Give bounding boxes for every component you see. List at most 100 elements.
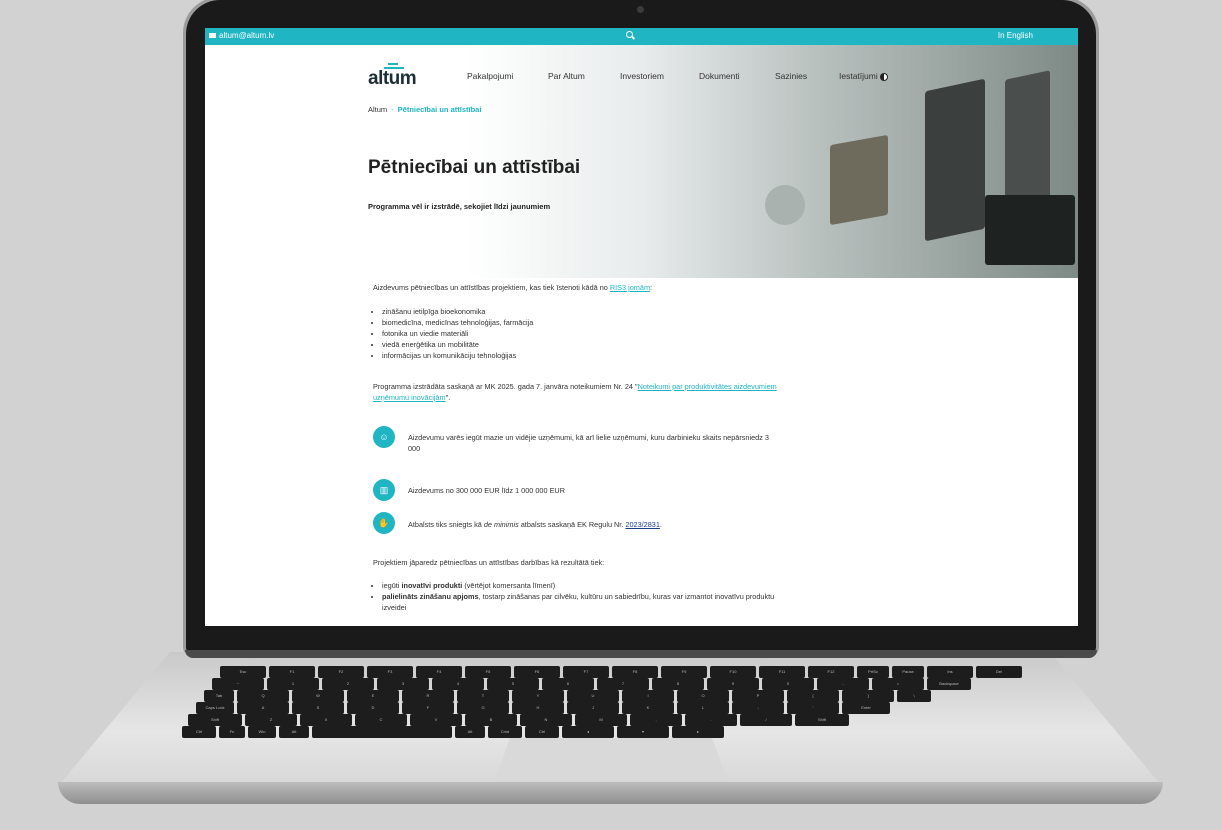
keyboard-key: F12 [808,666,854,678]
list-item: biomedicīna, medicīnas tehnoloģijas, far… [382,317,533,328]
keyboard-row-function: Esc F1 F2 F3 F4 F5 F6 F7 F8 F9 F10 F11 F12 PrtSc Pause… [220,666,1022,678]
keyboard-key: 8 [652,678,704,690]
nav-item-iestatijumi[interactable]: Iestatījumi [839,71,888,81]
keyboard-key: J [567,702,619,714]
nav-item-dokumenti[interactable]: Dokumenti [699,71,740,81]
keyboard-key: 3 [377,678,429,690]
keyboard-key: Alt [279,726,309,738]
breadcrumb: Altum - Pētniecībai un attīstībai [368,105,481,114]
list-item: informācijas un komunikāciju tehnoloģija… [382,350,533,361]
feature-support-italic: de minimis [483,520,519,529]
feature-eligibility: Aizdevumu varēs iegūt mazie un vidējie u… [408,432,898,454]
email-text: altum@altum.lv [219,31,275,40]
chart-growth-icon: ▥ [373,479,395,501]
keyboard-key: R [402,690,454,702]
keyboard-key: 2 [322,678,374,690]
nav-item-par-altum[interactable]: Par Altum [548,71,585,81]
keyboard-key: Q [237,690,289,702]
keyboard-key: Shift [188,714,242,726]
keyboard-key: 7 [597,678,649,690]
keyboard-key: Y [512,690,564,702]
language-switch-link[interactable]: In English [998,31,1033,40]
keyboard-key: B [465,714,517,726]
keyboard-key: [ [787,690,839,702]
envelope-icon [209,33,216,39]
keyboard-key [312,726,452,738]
keyboard-key: Cmd [488,726,522,738]
hero-bg-shape [830,134,888,226]
keyboard-key: F2 [318,666,364,678]
ris3-list: zināšanu ietilpīga bioekonomika biomedic… [373,306,533,361]
list-item: palielināts zināšanu apjoms, tostarp zin… [382,591,774,613]
feature-support: Atbalsts tiks sniegts kā de minimis atba… [408,519,898,530]
keyboard-row-numbers: ~1 2 3 4 5 6 7 8 9 0- = Backspace [212,678,971,690]
keyboard-key: I [622,690,674,702]
contrast-icon [879,72,888,81]
keyboard-key: N [520,714,572,726]
keyboard-key: Ctrl [525,726,559,738]
altum-logo[interactable]: altum [368,59,420,89]
top-bar: altum@altum.lv In English [205,28,1078,45]
keyboard-key: ~ [212,678,264,690]
keyboard-key: M [575,714,627,726]
hero-banner: altum Pakalpojumi Par Altum Investoriem … [205,45,1078,278]
regulation-link-cont[interactable]: uzņēmumu inovācijām [373,393,446,402]
regulation-paragraph-line2: uzņēmumu inovācijām". [373,392,450,403]
keyboard-key: F11 [759,666,805,678]
nav-item-pakalpojumi[interactable]: Pakalpojumi [467,71,513,81]
keyboard-key: F4 [416,666,462,678]
list-item: iegūti inovatīvi produkti (vērtējot kome… [382,580,774,591]
keyboard-key: Shift [795,714,849,726]
ek-regulation-link[interactable]: 2023/2831 [625,520,660,529]
intro-text: Aizdevums pētniecības un attīstības proj… [373,283,610,292]
list-item: zināšanu ietilpīga bioekonomika [382,306,533,317]
hero-bg-shape [985,195,1075,265]
browser-viewport: altum@altum.lv In English altum Pakalpoj… [205,28,1078,626]
trackpad [496,738,726,778]
keyboard-key: F10 [710,666,756,678]
keyboard-key: 4 [432,678,484,690]
keyboard-key: 5 [487,678,539,690]
keyboard-key: ; [732,702,784,714]
keyboard-key: , [630,714,682,726]
hero-bg-shape [765,185,805,225]
keyboard-key: K [622,702,674,714]
keyboard-key: F6 [514,666,560,678]
page-title: Pētniecībai un attīstībai [368,157,581,178]
regulation-link[interactable]: Noteikumi par produktivitātes aizdevumie… [638,382,777,391]
feature-text-line: Aizdevumu varēs iegūt mazie un vidējie u… [408,433,769,442]
result-post: , tostarp zināšanas par cilvēku, kultūru… [478,592,775,601]
keyboard-key: F [402,702,454,714]
results-intro: Projektiem jāparedz pētniecības un attīs… [373,558,605,567]
regulation-text: Programma izstrādāta saskaņā ar MK 2025.… [373,382,636,391]
feature-support-middle: atbalsts saskaņā EK Regulu Nr. [518,520,626,529]
search-icon[interactable] [626,31,633,38]
breadcrumb-home[interactable]: Altum [368,105,387,114]
keyboard-key: - [817,678,869,690]
ris3-link[interactable]: RIS3 jomām [610,283,650,292]
keyboard-row-home: Caps Lock A S D F G H J K L; ' Enter [196,702,890,714]
webcam [637,6,644,13]
keyboard-key: = [872,678,924,690]
handshake-icon: ✋ [373,512,395,534]
keyboard-key: F3 [367,666,413,678]
keyboard-key: 9 [707,678,759,690]
keyboard-key: G [457,702,509,714]
result-post: (vērtējot komersanta līmenī) [462,581,556,590]
keyboard: Esc F1 F2 F3 F4 F5 F6 F7 F8 F9 F10 F11 F12 PrtSc Pause… [182,666,1090,738]
regulation-paragraph: Programma izstrādāta saskaņā ar MK 2025.… [373,381,777,392]
regulation-end: ". [445,393,451,402]
keyboard-key: Enter [842,702,890,714]
keyboard-key: Caps Lock [196,702,234,714]
email-link[interactable]: altum@altum.lv [209,31,274,40]
laptop-front-edge [58,782,1163,804]
keyboard-key: Tab [204,690,234,702]
keyboard-key: F9 [661,666,707,678]
keyboard-key: 0 [762,678,814,690]
logo-bar [388,63,398,65]
keyboard-key: A [237,702,289,714]
nav-item-investoriem[interactable]: Investoriem [620,71,664,81]
keyboard-key: P [732,690,784,702]
nav-item-sazinies[interactable]: Sazinies [775,71,807,81]
result-bold: palielināts zināšanu apjoms [382,592,479,601]
